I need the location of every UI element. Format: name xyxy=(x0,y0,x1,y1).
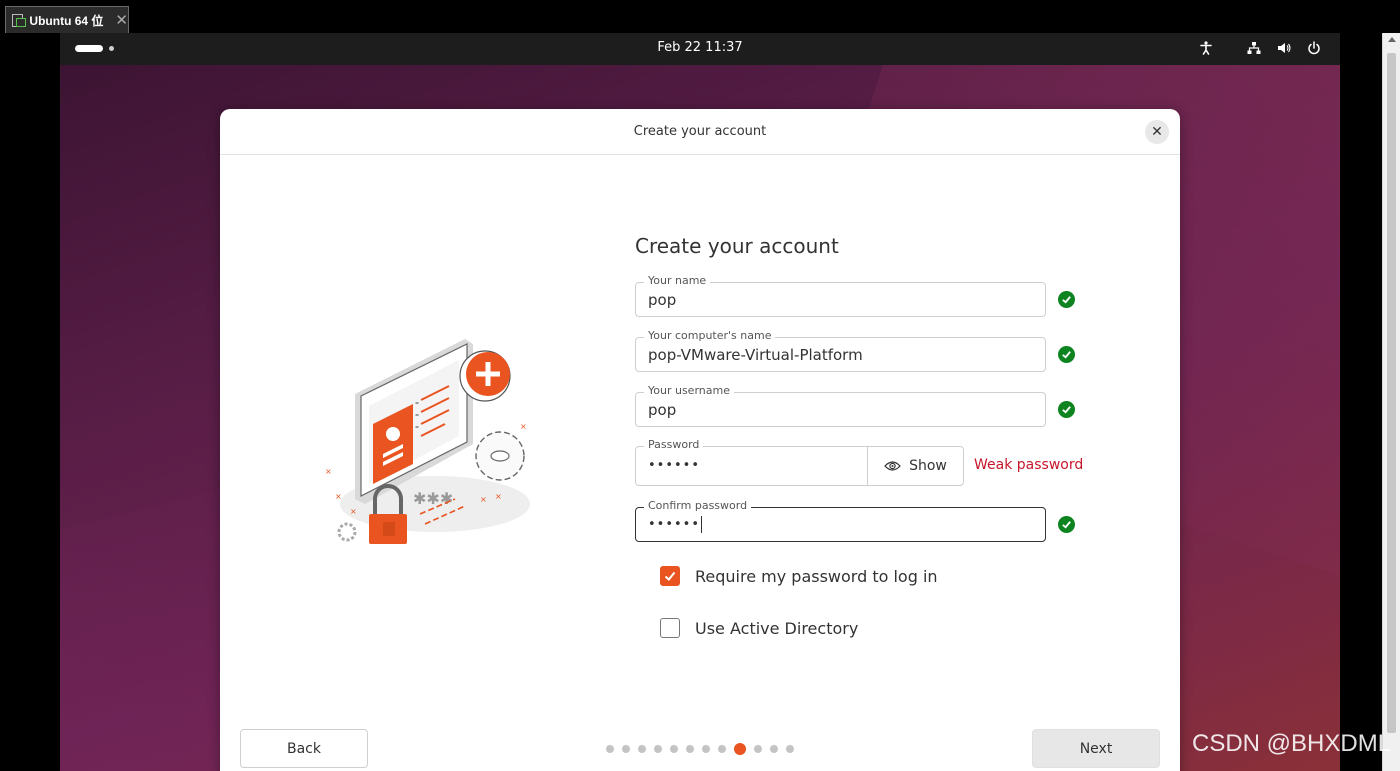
next-button[interactable]: Next xyxy=(1032,729,1160,768)
svg-text:✱✱✱: ✱✱✱ xyxy=(413,489,453,508)
gnome-top-bar: Feb 22 11:37 xyxy=(60,33,1340,65)
back-button[interactable]: Back xyxy=(240,729,368,768)
svg-text:×: × xyxy=(495,492,502,501)
network-icon[interactable] xyxy=(1246,40,1262,56)
check-icon xyxy=(1058,346,1075,363)
power-icon[interactable] xyxy=(1306,40,1322,56)
your-name-value: pop xyxy=(648,291,677,309)
step-dot-active xyxy=(734,743,746,755)
step-dot xyxy=(754,745,762,753)
form-heading: Create your account xyxy=(635,234,839,258)
svg-text:×: × xyxy=(480,495,487,504)
accessibility-icon[interactable] xyxy=(1198,40,1214,56)
host-tab-bar: Ubuntu 64 位 ✕ xyxy=(0,0,1400,34)
scroll-up-icon[interactable] xyxy=(1388,37,1396,42)
computer-name-value: pop-VMware-Virtual-Platform xyxy=(648,346,863,364)
step-dot xyxy=(718,745,726,753)
account-illustration: ✱✱✱ × × × × × × xyxy=(325,339,530,544)
step-dot xyxy=(786,745,794,753)
require-password-option[interactable]: Require my password to log in xyxy=(660,566,938,586)
host-scrollbar[interactable] xyxy=(1382,33,1400,771)
dialog-header: Create your account ✕ xyxy=(220,109,1180,155)
confirm-password-label: Confirm password xyxy=(644,499,752,513)
text-cursor xyxy=(701,516,703,533)
host-tab-label: Ubuntu 64 位 xyxy=(29,13,104,28)
password-label: Password xyxy=(644,438,704,452)
host-tab-close-icon[interactable]: ✕ xyxy=(115,12,128,28)
active-directory-checkbox[interactable] xyxy=(660,618,680,638)
confirm-password-field[interactable]: Confirm password •••••• xyxy=(635,499,1046,542)
volume-icon[interactable] xyxy=(1276,40,1292,56)
step-dot xyxy=(622,745,630,753)
system-tray[interactable] xyxy=(1198,40,1322,56)
step-dot xyxy=(654,745,662,753)
check-icon xyxy=(1058,291,1075,308)
step-dot xyxy=(606,745,614,753)
username-field[interactable]: Your username pop xyxy=(635,384,1046,427)
svg-text:×: × xyxy=(520,422,527,431)
clock[interactable]: Feb 22 11:37 xyxy=(60,40,1340,55)
your-name-label: Your name xyxy=(644,274,711,288)
eye-icon xyxy=(884,461,901,471)
scrollbar-thumb[interactable] xyxy=(1387,53,1396,733)
check-icon xyxy=(1058,401,1075,418)
password-field[interactable]: Password •••••• xyxy=(635,438,868,486)
host-tab-ubuntu[interactable]: Ubuntu 64 位 ✕ xyxy=(5,6,129,33)
username-label: Your username xyxy=(644,384,734,398)
computer-name-field[interactable]: Your computer's name pop-VMware-Virtual-… xyxy=(635,329,1046,372)
dialog-title: Create your account xyxy=(633,124,767,139)
step-dot xyxy=(702,745,710,753)
create-account-dialog: Create your account ✕ ✱✱✱ × × × × × × Cr… xyxy=(220,109,1180,771)
step-dot xyxy=(686,745,694,753)
show-password-button[interactable]: Show xyxy=(867,446,964,486)
step-dot xyxy=(638,745,646,753)
svg-text:×: × xyxy=(325,467,332,476)
step-dot xyxy=(670,745,678,753)
guest-desktop: Feb 22 11:37 Create your account ✕ ✱✱✱ ×… xyxy=(60,33,1340,771)
your-name-field[interactable]: Your name pop xyxy=(635,274,1046,317)
require-password-label: Require my password to log in xyxy=(695,566,938,586)
step-dot xyxy=(770,745,778,753)
username-value: pop xyxy=(648,401,677,419)
svg-text:×: × xyxy=(335,492,342,501)
account-form: Create your account Your name pop Your c… xyxy=(635,234,1083,638)
checkmark-icon xyxy=(664,571,676,581)
show-password-label: Show xyxy=(909,458,947,474)
close-button[interactable]: ✕ xyxy=(1145,120,1169,144)
confirm-password-value: •••••• xyxy=(648,516,703,533)
step-indicator xyxy=(606,743,794,755)
password-strength: Weak password xyxy=(974,457,1084,473)
require-password-checkbox[interactable] xyxy=(660,566,680,586)
computer-name-label: Your computer's name xyxy=(644,329,776,343)
vm-icon xyxy=(12,13,27,27)
check-icon xyxy=(1058,516,1075,533)
active-directory-option[interactable]: Use Active Directory xyxy=(660,618,858,638)
svg-text:×: × xyxy=(350,507,357,516)
active-directory-label: Use Active Directory xyxy=(695,618,859,638)
watermark: CSDN @BHXDML xyxy=(1192,730,1392,757)
password-value: •••••• xyxy=(648,458,701,473)
